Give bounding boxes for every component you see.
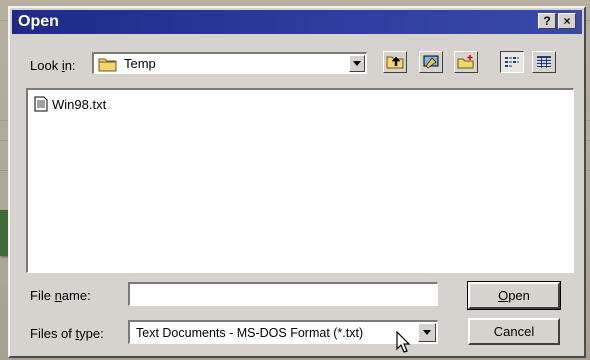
look-in-label: Look in: [30, 58, 76, 73]
details-view-icon [537, 56, 551, 68]
file-item[interactable]: Win98.txt [34, 96, 106, 112]
file-name: Win98.txt [52, 96, 107, 112]
open-button-accel: O [498, 288, 509, 303]
look-in-label-suffix: n: [64, 58, 76, 73]
files-of-type-label-suffix: ype: [79, 326, 104, 341]
file-list[interactable]: Win98.txt [26, 88, 574, 273]
list-view-icon [505, 57, 519, 67]
files-of-type-label: Files of type: [30, 326, 104, 341]
help-button[interactable]: ? [538, 13, 556, 29]
file-name-label-prefix: File [30, 288, 55, 303]
open-button-label: pen [508, 288, 530, 303]
open-dialog: Open ? × Look in: Temp Win98.txt File na… [8, 6, 586, 358]
cancel-button[interactable]: Cancel [468, 318, 560, 345]
up-one-level-button[interactable] [383, 51, 407, 73]
files-of-type-select[interactable]: Text Documents - MS-DOS Format (*.txt) [128, 320, 438, 344]
desktop-icon [423, 55, 439, 69]
files-of-type-value: Text Documents - MS-DOS Format (*.txt) [136, 325, 364, 340]
title-bar: Open ? × [12, 10, 582, 34]
text-file-icon [34, 96, 48, 112]
file-name-label: File name: [30, 288, 91, 303]
file-name-label-suffix: ame: [61, 288, 91, 303]
file-name-input[interactable] [128, 282, 438, 306]
desktop-button[interactable] [419, 51, 443, 73]
list-view-button[interactable] [500, 51, 524, 73]
mouse-cursor-icon [396, 331, 411, 353]
folder-icon [98, 58, 117, 71]
dialog-title: Open [18, 13, 59, 30]
look-in-combo[interactable]: Temp [92, 52, 367, 74]
look-in-dropdown-arrow[interactable] [349, 55, 365, 72]
files-of-type-dropdown-arrow[interactable] [418, 323, 436, 342]
open-button[interactable]: Open [467, 281, 561, 310]
look-in-label-prefix: Look [30, 58, 62, 73]
new-folder-icon [457, 55, 474, 69]
look-in-value: Temp [124, 56, 156, 71]
close-button[interactable]: × [558, 13, 576, 29]
up-folder-icon [386, 56, 404, 69]
files-of-type-label-prefix: Files of [30, 326, 76, 341]
file-name-label-accel: n [54, 288, 62, 303]
create-new-folder-button[interactable] [454, 51, 478, 73]
details-view-button[interactable] [532, 51, 556, 73]
